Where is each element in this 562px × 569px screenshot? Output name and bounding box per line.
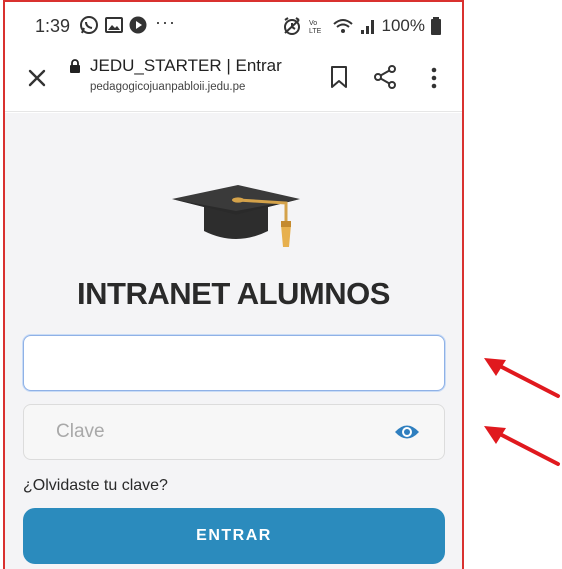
lte-icon: Vo LTE xyxy=(309,20,322,35)
eye-icon[interactable] xyxy=(394,422,420,442)
forgot-password-link[interactable]: ¿Olvidaste tu clave? xyxy=(23,477,168,495)
share-icon[interactable] xyxy=(373,64,397,90)
password-input[interactable] xyxy=(24,405,384,459)
alarm-icon xyxy=(283,17,300,35)
status-more: ··· xyxy=(155,12,176,32)
username-input[interactable] xyxy=(23,335,445,391)
svg-text:Vo: Vo xyxy=(309,20,317,27)
play-icon xyxy=(129,16,147,34)
page-url[interactable]: pedagogicojuanpabloii.jedu.pe xyxy=(90,81,245,93)
page-heading: INTRANET ALUMNOS xyxy=(77,276,390,311)
status-right: Vo LTE 100% xyxy=(282,16,442,36)
close-icon[interactable] xyxy=(25,66,49,90)
graduation-cap-icon xyxy=(172,185,300,247)
lock-icon xyxy=(70,59,80,73)
phone-frame: 1:39 ··· Vo LTE 100% JEDU_STARTER | Entr… xyxy=(3,0,464,569)
page-title[interactable]: JEDU_STARTER | Entrar xyxy=(90,56,282,76)
login-page: INTRANET ALUMNOS ¿Olvidaste tu clave? EN… xyxy=(5,113,462,569)
menu-icon[interactable] xyxy=(430,67,438,89)
browser-toolbar: JEDU_STARTER | Entrar pedagogicojuanpabl… xyxy=(5,48,462,112)
arrow-icon xyxy=(484,426,560,466)
arrow-icon xyxy=(484,358,560,398)
status-time: 1:39 xyxy=(35,16,71,36)
battery-icon xyxy=(431,17,441,35)
wifi-icon xyxy=(332,19,353,33)
battery-percent: 100% xyxy=(381,16,425,35)
signal-icon xyxy=(360,20,374,34)
whatsapp-icon xyxy=(80,16,98,34)
bookmark-icon[interactable] xyxy=(330,65,348,89)
password-field[interactable] xyxy=(23,404,445,460)
svg-text:LTE: LTE xyxy=(309,28,322,35)
status-bar: 1:39 ··· Vo LTE 100% xyxy=(5,2,462,48)
gallery-icon xyxy=(105,17,123,33)
enter-button[interactable]: ENTRAR xyxy=(23,508,445,564)
